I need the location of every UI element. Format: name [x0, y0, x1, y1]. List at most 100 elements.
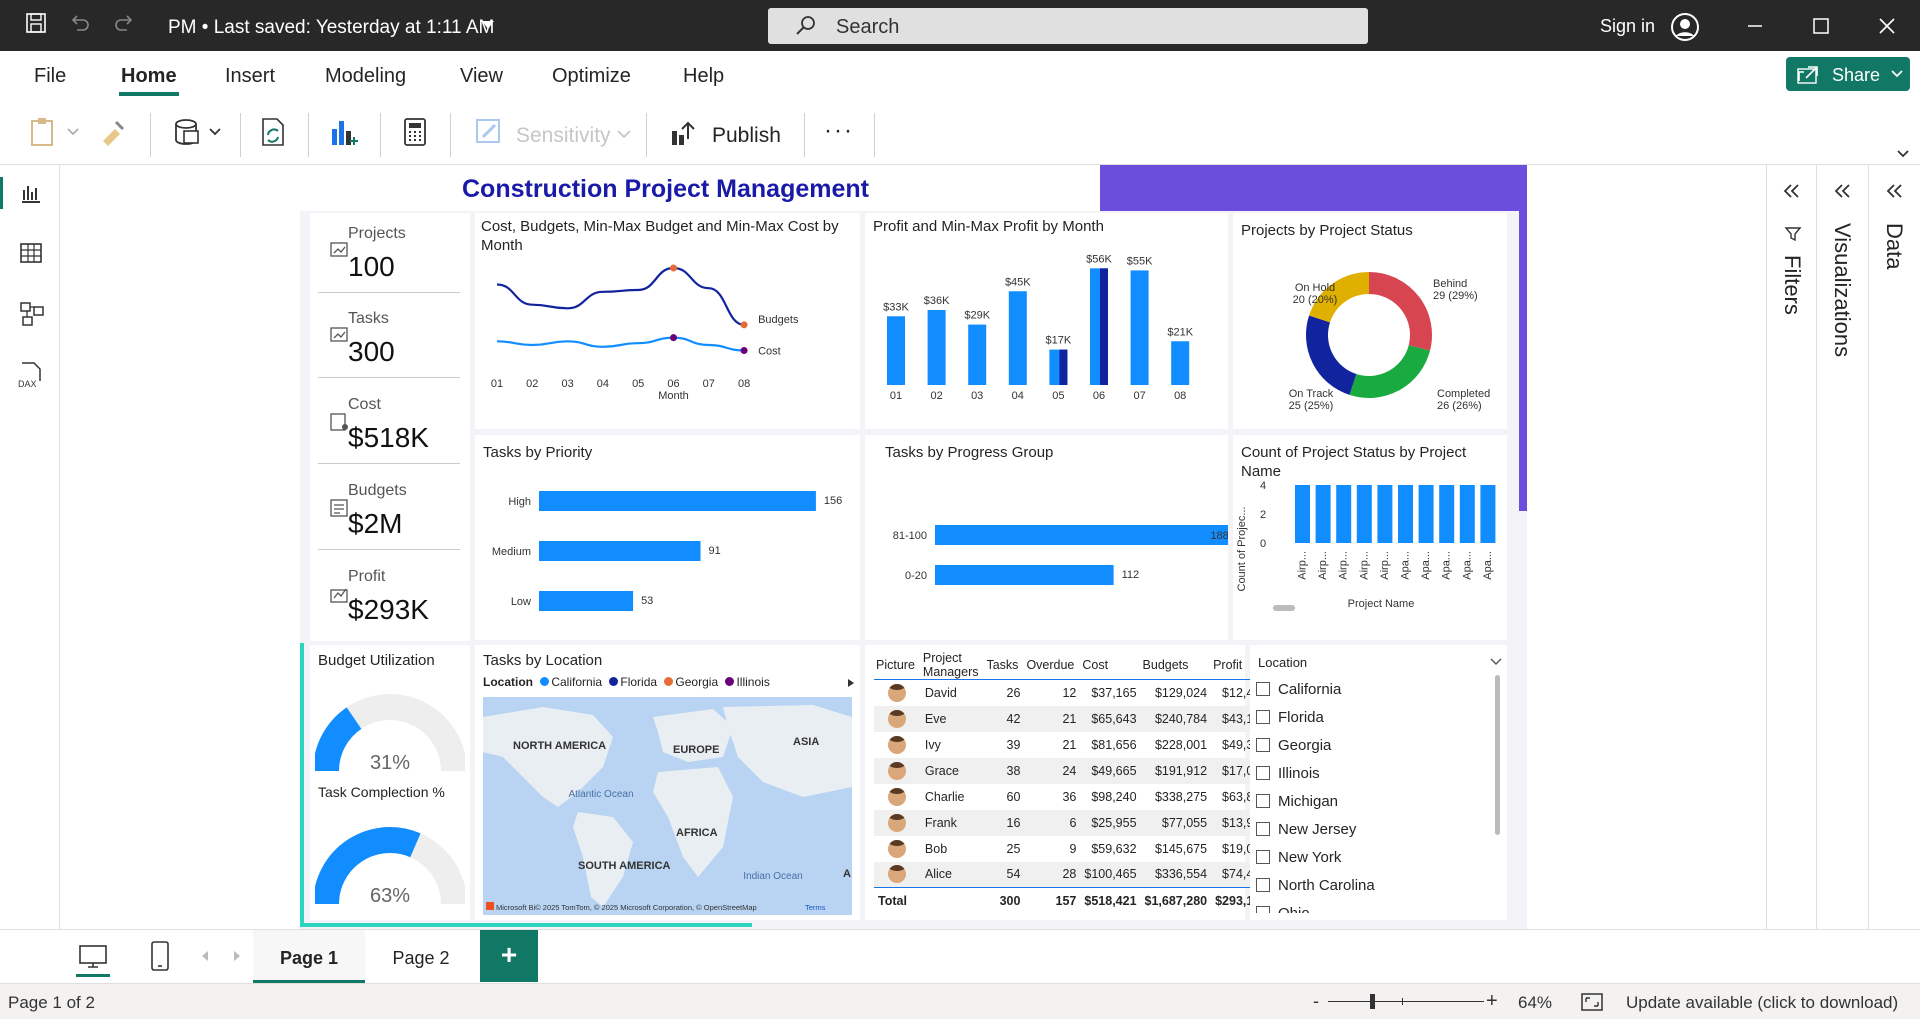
- table-row[interactable]: Ivy 39 21 $81,656 $228,001 $49,301: [874, 732, 1271, 758]
- page-tab-1[interactable]: Page 1: [253, 930, 365, 984]
- undo-icon[interactable]: [68, 11, 92, 35]
- profit-bar-chart[interactable]: $33K 01 $36K 02 $29K 03 $45K 04 $17K 05 $56K 06 $55K…: [865, 237, 1228, 427]
- priority-bar-card[interactable]: Tasks by Priority High 156 Medium 91 Low 53: [475, 435, 860, 640]
- checkbox[interactable]: [1256, 822, 1270, 836]
- tab-help[interactable]: Help: [683, 65, 724, 88]
- table-row[interactable]: Alice 54 28 $100,465 $336,554 $74,446: [874, 861, 1272, 888]
- kpi-tasks[interactable]: Tasks 300: [318, 298, 460, 378]
- slicer-item[interactable]: California: [1256, 681, 1341, 698]
- share-button[interactable]: Share: [1786, 57, 1910, 91]
- publish-button[interactable]: Publish: [712, 124, 781, 148]
- minimize-icon[interactable]: [1745, 18, 1765, 34]
- filters-pane[interactable]: Filters: [1766, 165, 1816, 929]
- col-header[interactable]: Project Managers: [920, 651, 985, 680]
- checkbox[interactable]: [1256, 794, 1270, 808]
- cost-budget-line-chart[interactable]: Budgets Cost 01 02 03 04 05 06 07 08 Month: [475, 257, 860, 427]
- col-header[interactable]: Cost: [1080, 651, 1141, 680]
- checkbox[interactable]: [1256, 878, 1270, 892]
- slicer-item[interactable]: Michigan: [1256, 793, 1338, 810]
- donut-chart-card[interactable]: Projects by Project Status Behind 29 (29%…: [1233, 213, 1507, 429]
- project-status-column-chart[interactable]: Count of Projec... 0 2 4 Airp... Airp... Airp.…: [1233, 479, 1507, 639]
- slicer-item[interactable]: Illinois: [1256, 765, 1320, 782]
- table-row[interactable]: Charlie 60 36 $98,240 $338,275 $63,801: [874, 784, 1271, 810]
- line-chart-card[interactable]: Cost, Budgets, Min-Max Budget and Min-Ma…: [475, 213, 860, 429]
- add-page-button[interactable]: +: [480, 930, 538, 982]
- get-data-icon[interactable]: [172, 117, 224, 147]
- table-row[interactable]: Eve 42 21 $65,643 $240,784 $43,177: [874, 705, 1272, 732]
- paste-icon[interactable]: [28, 117, 80, 147]
- slicer-item[interactable]: New York: [1256, 849, 1341, 866]
- sensitivity-icon[interactable]: [474, 117, 504, 147]
- checkbox[interactable]: [1256, 738, 1270, 752]
- next-page-icon[interactable]: [232, 950, 242, 962]
- progress-bar-card[interactable]: Tasks by Progress Group 81-100 188 0-20 112: [865, 435, 1228, 640]
- slicer-item[interactable]: New Jersey: [1256, 821, 1356, 838]
- redo-icon[interactable]: [112, 11, 136, 35]
- desktop-layout-icon[interactable]: [78, 942, 108, 972]
- fit-to-page-icon[interactable]: [1580, 992, 1604, 1012]
- kpi-projects[interactable]: Projects 100: [318, 213, 460, 293]
- publish-icon[interactable]: [668, 117, 700, 147]
- search-input[interactable]: Search: [768, 8, 1368, 44]
- tab-home[interactable]: Home: [121, 65, 177, 88]
- expand-icon[interactable]: [1782, 183, 1802, 199]
- chevron-down-icon[interactable]: [1490, 658, 1502, 666]
- checkbox[interactable]: [1256, 710, 1270, 724]
- page-tab-2[interactable]: Page 2: [365, 930, 477, 984]
- table-row[interactable]: Bob 25 9 $59,632 $145,675 $19,005: [874, 836, 1271, 862]
- data-pane[interactable]: Data: [1868, 165, 1920, 929]
- world-map[interactable]: NORTH AMERICA EUROPE ASIA Atlantic Ocean…: [483, 697, 852, 915]
- report-view-icon[interactable]: [19, 181, 43, 205]
- update-notice[interactable]: Update available (click to download): [1626, 993, 1898, 1013]
- gauges-panel[interactable]: Budget Utilization 31% Task Complection …: [310, 645, 470, 920]
- kpi-profit[interactable]: Profit $293K: [318, 556, 460, 636]
- prev-page-icon[interactable]: [200, 950, 210, 962]
- tab-optimize[interactable]: Optimize: [552, 65, 631, 88]
- location-slicer[interactable]: Location California Florida Georgia Illinoi…: [1250, 645, 1507, 920]
- checkbox[interactable]: [1256, 682, 1270, 696]
- save-icon[interactable]: [24, 11, 48, 35]
- tab-file[interactable]: File: [34, 65, 66, 88]
- profit-bar-card[interactable]: Profit and Min-Max Profit by Month $33K 0…: [865, 213, 1228, 429]
- refresh-icon[interactable]: [258, 117, 288, 147]
- status-column-card[interactable]: Count of Project Status by Project Name …: [1233, 435, 1507, 640]
- col-header[interactable]: Overdue: [1024, 651, 1081, 680]
- zoom-slider[interactable]: [1328, 1001, 1484, 1002]
- calculator-icon[interactable]: [402, 117, 428, 147]
- zoom-in-button[interactable]: +: [1486, 990, 1498, 1013]
- new-visual-icon[interactable]: [328, 117, 360, 147]
- visualizations-pane[interactable]: Visualizations: [1816, 165, 1868, 929]
- budget-utilization-gauge[interactable]: 31%: [315, 675, 465, 775]
- map-card[interactable]: Tasks by Location Location California Fl…: [475, 645, 860, 920]
- tab-view[interactable]: View: [460, 65, 503, 88]
- kpi-panel[interactable]: Projects 100 Tasks 300 Cost $518K Budget…: [310, 213, 470, 641]
- checkbox[interactable]: [1256, 906, 1270, 913]
- expand-icon[interactable]: [1833, 183, 1853, 199]
- tasks-by-progress-chart[interactable]: 81-100 188 0-20 112: [865, 467, 1228, 637]
- table-row[interactable]: Frank 16 6 $25,955 $77,055 $13,919: [874, 809, 1272, 836]
- zoom-level[interactable]: 64%: [1518, 993, 1552, 1013]
- slicer-item[interactable]: Ohio: [1256, 905, 1310, 913]
- tasks-by-priority-chart[interactable]: High 156 Medium 91 Low 53: [475, 467, 860, 637]
- maximize-icon[interactable]: [1811, 17, 1831, 35]
- account-icon[interactable]: [1670, 12, 1700, 42]
- close-icon[interactable]: [1877, 17, 1897, 35]
- tab-insert[interactable]: Insert: [225, 65, 275, 88]
- checkbox[interactable]: [1256, 850, 1270, 864]
- mobile-layout-icon[interactable]: [150, 940, 170, 972]
- document-title[interactable]: PM • Last saved: Yesterday at 1:11 AM: [168, 17, 494, 39]
- dax-query-view-icon[interactable]: DAX: [16, 361, 46, 391]
- tab-modeling[interactable]: Modeling: [325, 65, 406, 88]
- project-managers-table[interactable]: Picture Project Managers Tasks Overdue C…: [874, 651, 1272, 914]
- col-header[interactable]: Tasks: [984, 651, 1025, 680]
- slicer-item[interactable]: North Carolina: [1256, 877, 1375, 894]
- project-status-donut[interactable]: Behind29 (29%)Completed26 (26%)On Track2…: [1233, 241, 1507, 427]
- more-options-button[interactable]: ···: [824, 117, 854, 145]
- model-view-icon[interactable]: [19, 301, 45, 327]
- sensitivity-label[interactable]: Sensitivity: [516, 124, 611, 148]
- col-header[interactable]: Budgets: [1140, 651, 1212, 680]
- manager-table-card[interactable]: Picture Project Managers Tasks Overdue C…: [865, 645, 1272, 920]
- table-row[interactable]: David 26 12 $37,165 $129,024 $12,429: [874, 680, 1271, 706]
- zoom-slider-thumb[interactable]: [1370, 994, 1375, 1009]
- format-painter-icon[interactable]: [98, 117, 128, 147]
